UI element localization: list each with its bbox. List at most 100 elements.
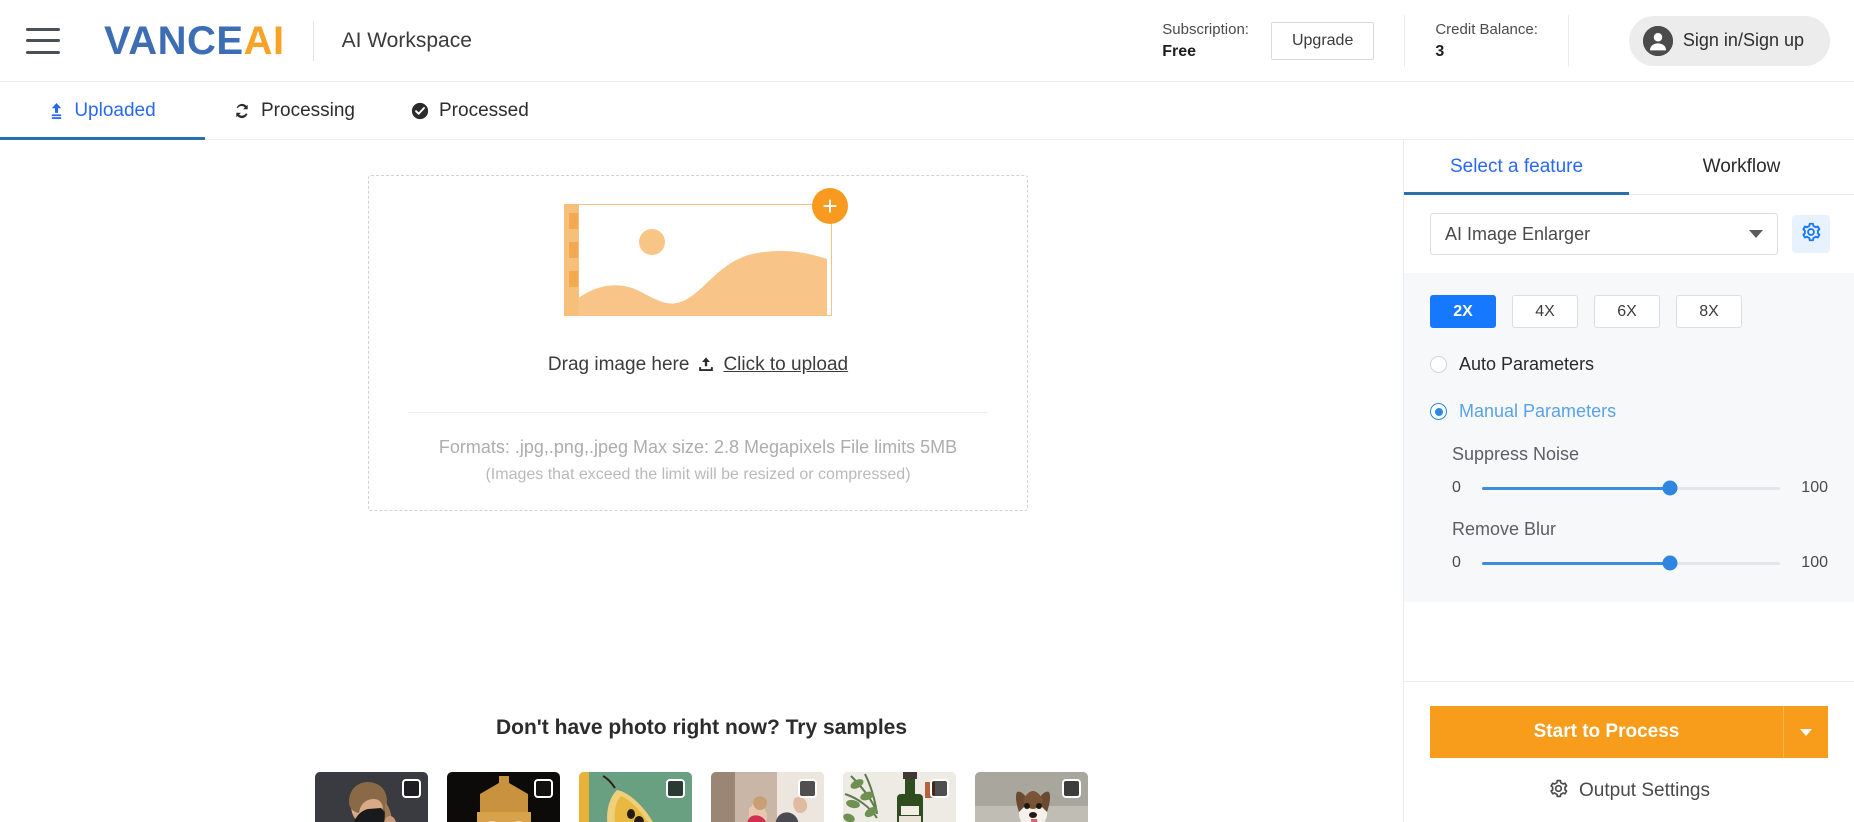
scale-option-6x[interactable]: 6X xyxy=(1594,295,1660,328)
chevron-down-icon xyxy=(1749,230,1763,238)
sample-green-bottle[interactable] xyxy=(843,772,956,822)
credit-balance-block: Credit Balance: 3 xyxy=(1435,18,1538,63)
chevron-down-icon xyxy=(1800,728,1812,736)
slider-fill-blur xyxy=(1482,561,1670,565)
feature-select-value: AI Image Enlarger xyxy=(1445,223,1591,244)
sample-checkbox[interactable] xyxy=(930,779,949,798)
output-settings-button[interactable]: Output Settings xyxy=(1430,778,1828,804)
samples-list xyxy=(0,772,1403,822)
param-remove-blur: Remove Blur 0 100 xyxy=(1430,519,1828,572)
sidebar-spacer xyxy=(1404,602,1854,681)
radio-manual-label: Manual Parameters xyxy=(1459,401,1617,421)
sample-yoga-workout[interactable] xyxy=(711,772,824,822)
sample-checkbox[interactable] xyxy=(402,779,421,798)
sample-checkbox[interactable] xyxy=(1062,779,1081,798)
logo-accent-text: AI xyxy=(243,18,285,63)
click-to-upload-link[interactable]: Click to upload xyxy=(723,354,848,376)
workspace-title: AI Workspace xyxy=(341,28,472,52)
start-process-row: Start to Process xyxy=(1430,706,1828,758)
drag-instruction-text: Drag image here xyxy=(547,354,690,375)
sidebar-footer: Start to Process Output Settings xyxy=(1404,681,1854,822)
slider-min-noise: 0 xyxy=(1452,479,1461,496)
slider-track-blur[interactable] xyxy=(1482,555,1780,571)
sign-in-button[interactable]: Sign in/Sign up xyxy=(1628,15,1830,66)
formats-text: Formats: .jpg,.png,.jpeg Max size: 2.8 M… xyxy=(438,437,958,457)
param-suppress-noise: Suppress Noise 0 100 xyxy=(1430,444,1828,497)
brand-logo[interactable]: VANCE AI xyxy=(104,21,285,61)
tab-processing-label: Processing xyxy=(261,99,355,121)
app-root: VANCE AI AI Workspace Subscription: Free … xyxy=(0,0,1854,822)
subscription-block: Subscription: Free xyxy=(1162,18,1249,63)
upload-dropzone[interactable]: + Drag image here Click to upload Format… xyxy=(368,175,1028,511)
tab-processed-label: Processed xyxy=(439,99,529,121)
image-placeholder-icon: + xyxy=(564,188,848,316)
main-content: + Drag image here Click to upload Format… xyxy=(0,140,1403,822)
scale-options: 2X 4X 6X 8X xyxy=(1430,295,1828,328)
radio-auto-parameters[interactable]: Auto Parameters xyxy=(1430,354,1828,375)
tab-uploaded[interactable]: Uploaded xyxy=(0,82,205,140)
sample-checkbox[interactable] xyxy=(798,779,817,798)
scale-option-4x[interactable]: 4X xyxy=(1512,295,1578,328)
credit-balance-value: 3 xyxy=(1435,43,1445,61)
slider-thumb-noise[interactable] xyxy=(1662,480,1678,496)
refresh-cycle-icon xyxy=(233,102,251,120)
radio-icon-auto xyxy=(1430,356,1447,373)
check-circle-icon xyxy=(411,102,429,120)
feature-sidebar: Select a feature Workflow AI Image Enlar… xyxy=(1403,140,1854,822)
samples-title: Don't have photo right now? Try samples xyxy=(495,716,908,739)
output-settings-label: Output Settings xyxy=(1579,780,1710,801)
start-to-process-button[interactable]: Start to Process xyxy=(1430,706,1784,758)
slider-fill-noise xyxy=(1482,486,1670,490)
feature-select-row: AI Image Enlarger xyxy=(1404,195,1854,273)
header-divider xyxy=(312,20,314,61)
sidebar-tabbar: Select a feature Workflow xyxy=(1404,140,1854,195)
tab-select-a-feature[interactable]: Select a feature xyxy=(1404,140,1629,195)
slider-thumb-blur[interactable] xyxy=(1662,555,1678,571)
feature-select[interactable]: AI Image Enlarger xyxy=(1430,213,1778,255)
sample-portrait-woman[interactable] xyxy=(315,772,428,822)
slider-max-noise: 100 xyxy=(1801,479,1828,496)
slider-remove-blur[interactable]: 0 100 xyxy=(1452,554,1828,572)
subscription-label: Subscription: xyxy=(1162,21,1249,39)
upload-tray-icon xyxy=(697,356,715,374)
header-right-cluster: Subscription: Free Upgrade Credit Balanc… xyxy=(1162,14,1830,67)
status-tabbar: Uploaded Processing Processed xyxy=(0,82,1854,140)
sample-clock-tower[interactable] xyxy=(447,772,560,822)
app-header: VANCE AI AI Workspace Subscription: Free … xyxy=(0,0,1854,82)
header-separator-2 xyxy=(1567,14,1569,67)
tab-processed[interactable]: Processed xyxy=(383,82,557,139)
tab-workflow[interactable]: Workflow xyxy=(1629,140,1854,194)
upgrade-button[interactable]: Upgrade xyxy=(1270,21,1375,60)
drag-instruction-row: Drag image here Click to upload xyxy=(548,354,848,376)
upload-arrow-icon xyxy=(49,102,64,120)
feature-settings-button[interactable] xyxy=(1792,215,1830,253)
scale-option-8x[interactable]: 8X xyxy=(1676,295,1742,328)
landscape-shape xyxy=(579,251,827,315)
scale-option-2x[interactable]: 2X xyxy=(1430,295,1496,328)
sample-dog-running[interactable] xyxy=(975,772,1088,822)
tab-processing[interactable]: Processing xyxy=(205,82,383,139)
plus-badge-icon[interactable]: + xyxy=(812,188,848,224)
radio-icon-manual xyxy=(1430,403,1447,420)
slider-min-blur: 0 xyxy=(1452,554,1461,571)
dropzone-divider xyxy=(408,412,988,413)
sign-in-label: Sign in/Sign up xyxy=(1682,30,1804,50)
param-remove-blur-label: Remove Blur xyxy=(1452,519,1557,539)
sample-butterfly[interactable] xyxy=(579,772,692,822)
formats-note-text: (Images that exceed the limit will be re… xyxy=(485,466,911,483)
gear-icon xyxy=(1800,221,1822,248)
subscription-value: Free xyxy=(1162,43,1197,61)
param-suppress-noise-label: Suppress Noise xyxy=(1452,444,1580,464)
hamburger-icon[interactable] xyxy=(26,27,60,54)
parameters-panel: 2X 4X 6X 8X Auto Parameters Manual Param… xyxy=(1404,273,1854,602)
header-separator xyxy=(1404,14,1406,67)
slider-suppress-noise[interactable]: 0 100 xyxy=(1452,479,1828,497)
start-process-dropdown-button[interactable] xyxy=(1784,706,1828,758)
gear-icon xyxy=(1548,778,1569,804)
radio-manual-parameters[interactable]: Manual Parameters xyxy=(1430,401,1828,422)
body-area: + Drag image here Click to upload Format… xyxy=(0,140,1854,822)
slider-track-noise[interactable] xyxy=(1482,480,1780,496)
sample-checkbox[interactable] xyxy=(534,779,553,798)
radio-auto-label: Auto Parameters xyxy=(1459,354,1595,374)
sample-checkbox[interactable] xyxy=(666,779,685,798)
